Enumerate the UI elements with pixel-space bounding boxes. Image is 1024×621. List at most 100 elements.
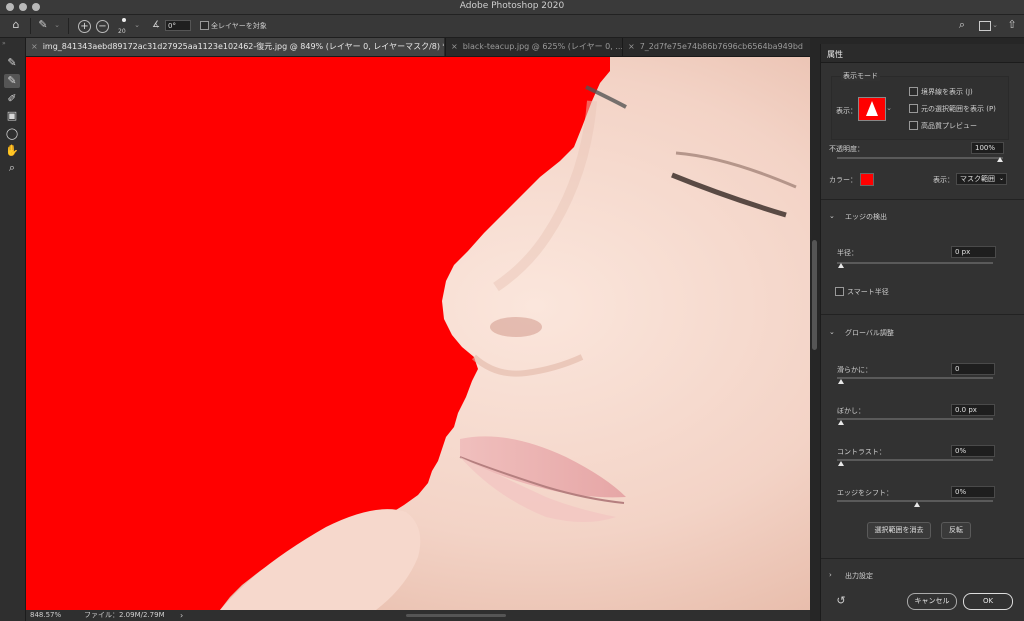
radius-input[interactable]: 0 px bbox=[951, 246, 996, 258]
display-select-value: マスク範囲 bbox=[960, 175, 995, 183]
opacity-slider-thumb[interactable] bbox=[997, 157, 1003, 162]
cancel-button[interactable]: キャンセル bbox=[907, 593, 957, 610]
chevron-down-icon[interactable]: ⌄ bbox=[991, 19, 999, 31]
brush-tool-icon[interactable]: ✎ bbox=[36, 19, 50, 31]
chevron-down-icon[interactable]: ⌄ bbox=[885, 102, 893, 114]
show-original-label: 元の選択範囲を表示 (P) bbox=[921, 105, 996, 113]
contrast-input[interactable]: 0% bbox=[951, 445, 995, 457]
smooth-input[interactable]: 0 bbox=[951, 363, 995, 375]
smart-radius-label: スマート半径 bbox=[847, 288, 889, 296]
feather-slider[interactable] bbox=[837, 418, 993, 420]
close-icon[interactable]: × bbox=[446, 42, 463, 51]
hq-preview-label: 高品質プレビュー bbox=[921, 122, 977, 130]
brush-tool-icon[interactable]: ✐ bbox=[4, 92, 20, 106]
radius-slider-thumb[interactable] bbox=[838, 263, 844, 268]
clear-selection-button[interactable]: 選択範囲を消去 bbox=[867, 522, 931, 539]
home-icon[interactable]: ⌂ bbox=[9, 19, 23, 31]
view-mode-thumbnail[interactable] bbox=[858, 97, 886, 121]
close-icon[interactable]: × bbox=[623, 42, 640, 51]
ok-button[interactable]: OK bbox=[963, 593, 1013, 610]
tab-document[interactable]: × 7_2d7fe75e74b86b7696cb6564ba949bd bbox=[622, 38, 811, 56]
smart-radius-checkbox[interactable] bbox=[835, 287, 844, 296]
display-select[interactable]: マスク範囲 ⌄ bbox=[956, 173, 1007, 185]
tab-document[interactable]: × black-teacup.jpg @ 625% (レイヤー 0, ... bbox=[445, 38, 622, 56]
status-arrow[interactable]: › bbox=[180, 610, 183, 621]
chevron-down-icon: ⌄ bbox=[998, 175, 1004, 182]
show-edge-checkbox[interactable] bbox=[909, 87, 918, 96]
share-icon[interactable]: ⇧ bbox=[1006, 19, 1018, 31]
status-bar: 848.57% ファイル：2.09M/2.79M › bbox=[26, 610, 810, 621]
tools-panel: » ✎ ✎ ✐ ▣ ◯ ✋ ⌕ bbox=[0, 38, 26, 621]
workspace-icon[interactable] bbox=[979, 21, 991, 31]
chevron-down-icon[interactable]: ⌄ bbox=[829, 212, 835, 220]
reset-icon[interactable]: ↺ bbox=[835, 595, 847, 607]
edge-detection-title[interactable]: エッジの検出 bbox=[845, 212, 887, 222]
collapse-icon[interactable]: » bbox=[2, 40, 6, 47]
angle-input[interactable]: 0° bbox=[165, 20, 191, 31]
document-tabs: × img_841343aebd89172ac31d27925aa1123e102… bbox=[26, 38, 810, 57]
tab-active-document[interactable]: × img_841343aebd89172ac31d27925aa1123e102… bbox=[26, 38, 444, 56]
smooth-slider[interactable] bbox=[837, 377, 993, 379]
shift-edge-input[interactable]: 0% bbox=[951, 486, 995, 498]
subtract-icon[interactable]: − bbox=[96, 20, 109, 33]
feather-input[interactable]: 0.0 px bbox=[951, 404, 995, 416]
chevron-down-icon[interactable]: ⌄ bbox=[829, 328, 835, 336]
all-layers-checkbox[interactable] bbox=[200, 21, 209, 30]
shift-edge-slider-thumb[interactable] bbox=[914, 502, 920, 507]
contrast-label: コントラスト： bbox=[837, 448, 886, 456]
view-mode-label: 表示モード bbox=[841, 71, 880, 81]
brush-preview[interactable] bbox=[122, 18, 126, 22]
options-bar: ⌂ ✎ ⌄ + − 20 ⌄ ∡ 0° 全レイヤーを対象 ⌕ ⌄ ⇧ bbox=[0, 15, 1024, 38]
tab-label: 7_2d7fe75e74b86b7696cb6564ba949bd bbox=[639, 42, 804, 51]
radius-slider[interactable] bbox=[837, 262, 993, 264]
zoom-icon[interactable]: ⌕ bbox=[4, 161, 20, 175]
invert-button[interactable]: 反転 bbox=[941, 522, 971, 539]
vertical-scrollbar-thumb[interactable] bbox=[812, 240, 817, 350]
all-layers-label: 全レイヤーを対象 bbox=[211, 22, 267, 30]
global-adjust-title[interactable]: グローバル調整 bbox=[845, 328, 894, 338]
document-canvas[interactable] bbox=[26, 57, 810, 610]
search-icon[interactable]: ⌕ bbox=[955, 19, 969, 31]
output-settings-title[interactable]: 出力設定 bbox=[845, 571, 873, 581]
color-label: カラー： bbox=[829, 176, 857, 184]
angle-icon: ∡ bbox=[151, 20, 161, 30]
smooth-slider-thumb[interactable] bbox=[838, 379, 844, 384]
zoom-level[interactable]: 848.57% bbox=[30, 610, 61, 621]
show-edge-label: 境界線を表示 (J) bbox=[921, 88, 973, 96]
show-original-checkbox[interactable] bbox=[909, 104, 918, 113]
radius-label: 半径： bbox=[837, 249, 858, 257]
app-title: Adobe Photoshop 2020 bbox=[459, 1, 565, 11]
lasso-icon[interactable]: ◯ bbox=[4, 127, 20, 141]
chevron-right-icon[interactable]: › bbox=[829, 571, 832, 579]
chevron-down-icon[interactable]: ⌄ bbox=[133, 19, 141, 31]
title-bar: Adobe Photoshop 2020 bbox=[0, 0, 1024, 15]
close-icon[interactable]: × bbox=[26, 42, 43, 51]
properties-panel: 属性 表示モード 表示： ⌄ 境界線を表示 (J) 元の選択範囲を表示 (P) … bbox=[820, 44, 1024, 621]
tab-label: black-teacup.jpg @ 625% (レイヤー 0, ... bbox=[462, 42, 622, 51]
tab-label: img_841343aebd89172ac31d27925aa1123e1024… bbox=[42, 42, 444, 51]
feather-label: ぼかし： bbox=[837, 407, 865, 415]
contrast-slider-thumb[interactable] bbox=[838, 461, 844, 466]
file-info: ファイル：2.09M/2.79M bbox=[84, 611, 165, 619]
horizontal-scrollbar-thumb[interactable] bbox=[406, 614, 506, 617]
object-selection-tool-icon[interactable]: ▣ bbox=[4, 109, 20, 123]
brush-size: 20 bbox=[118, 28, 126, 35]
hq-preview-checkbox[interactable] bbox=[909, 121, 918, 130]
opacity-slider[interactable] bbox=[837, 157, 1003, 159]
photo-with-mask bbox=[26, 57, 810, 610]
mask-color-swatch[interactable] bbox=[860, 173, 874, 186]
add-icon[interactable]: + bbox=[78, 20, 91, 33]
opacity-label: 不透明度： bbox=[829, 145, 864, 153]
refine-edge-brush-icon[interactable]: ✎ bbox=[4, 74, 20, 88]
shift-edge-label: エッジをシフト： bbox=[837, 489, 893, 497]
quick-selection-tool-icon[interactable]: ✎ bbox=[4, 56, 20, 70]
feather-slider-thumb[interactable] bbox=[838, 420, 844, 425]
smooth-label: 滑らかに： bbox=[837, 366, 872, 374]
display-label: 表示： bbox=[933, 176, 954, 184]
contrast-slider[interactable] bbox=[837, 459, 993, 461]
hand-icon[interactable]: ✋ bbox=[4, 144, 20, 158]
view-label: 表示： bbox=[836, 107, 857, 115]
panel-title[interactable]: 属性 bbox=[827, 49, 843, 60]
opacity-input[interactable]: 100% bbox=[971, 142, 1004, 154]
chevron-down-icon[interactable]: ⌄ bbox=[53, 19, 61, 31]
